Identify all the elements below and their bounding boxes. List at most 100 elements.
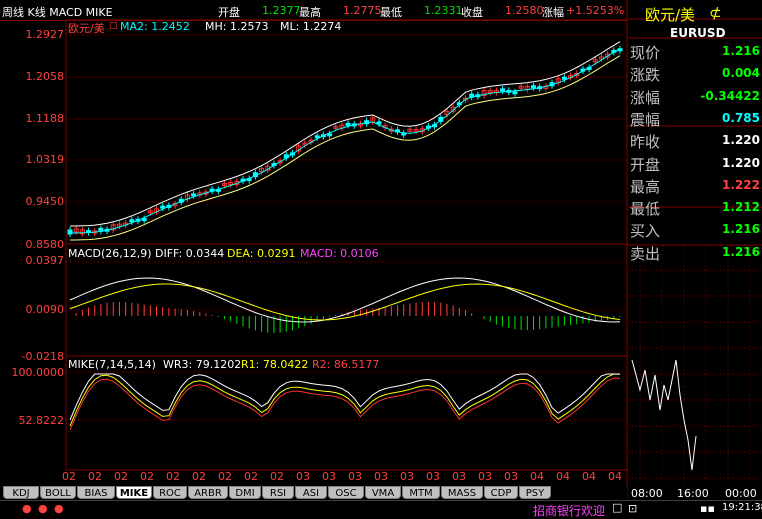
macd-macd-legend: MACD: 0.0106 bbox=[300, 247, 379, 260]
low-label: 最低 bbox=[380, 6, 402, 19]
x-axis-label: 02 bbox=[270, 470, 284, 483]
y-tick-main-5: 0.9450 bbox=[25, 195, 65, 208]
tab-roc[interactable]: ROC bbox=[153, 486, 187, 499]
tab-kdj[interactable]: KDJ bbox=[3, 486, 39, 499]
quote-row: 卖出 1.216 bbox=[628, 241, 762, 263]
quote-row-value: 0.004 bbox=[722, 66, 760, 81]
open-value: 1.2377 bbox=[262, 4, 301, 17]
mini-price-line bbox=[631, 359, 697, 471]
x-axis-label: 03 bbox=[348, 470, 362, 483]
tab-dmi[interactable]: DMI bbox=[229, 486, 261, 499]
x-axis-labels: 02 02 02 02 02 02 02 02 02 03 03 03 03 03 03 03 03 03 04 04… bbox=[0, 470, 627, 484]
x-axis-label: 03 bbox=[296, 470, 310, 483]
tab-cdp[interactable]: CDP bbox=[484, 486, 518, 499]
y-tick-mike-1: 100.0000 bbox=[11, 366, 65, 379]
high-label: 最高 bbox=[299, 6, 321, 19]
x-axis-label: 02 bbox=[218, 470, 232, 483]
quote-row-value: 1.216 bbox=[722, 222, 760, 237]
tab-arbr[interactable]: ARBR bbox=[188, 486, 228, 499]
quote-row: 最低 1.212 bbox=[628, 196, 762, 218]
dots-icon: ▪▪ bbox=[700, 502, 715, 515]
candle-body bbox=[561, 76, 567, 80]
symbol-label: 欧元/美 bbox=[68, 22, 105, 35]
y-tick-main-2: 1.2058 bbox=[25, 70, 65, 83]
status-dot-icon: ● bbox=[22, 502, 32, 515]
y-tick-macd-2: 0.0090 bbox=[25, 303, 65, 316]
tab-mass[interactable]: MASS bbox=[441, 486, 483, 499]
x-axis-label: 04 bbox=[582, 470, 596, 483]
status-dot-icon: ● bbox=[38, 502, 48, 515]
quote-row: 震幅 0.785 bbox=[628, 107, 762, 129]
quote-row-value: 1.220 bbox=[722, 155, 760, 170]
tab-asi[interactable]: ASI bbox=[295, 486, 327, 499]
chart-title: 周线 K线 MACD MIKE bbox=[2, 6, 113, 19]
candle-body bbox=[191, 193, 197, 197]
y-tick-macd-1: 0.0397 bbox=[25, 254, 65, 267]
lock-icon[interactable]: ⊡ bbox=[628, 502, 637, 515]
status-bar: ● ● ● 招商银行欢迎 □ ⊡ ▪▪ 19:21:38 bbox=[0, 500, 762, 518]
ma2-line bbox=[70, 48, 621, 234]
x-axis-label: 03 bbox=[478, 470, 492, 483]
quote-row-label: 卖出 bbox=[630, 244, 661, 263]
indicator-tab-bar: KDJ BOLL BIAS MIKE ROC ARBR DMI RSI ASI OSC VMA MTM… bbox=[0, 486, 627, 500]
change-pct-label: 涨幅 bbox=[542, 6, 564, 19]
macd-diff-legend: DIFF: 0.0344 bbox=[155, 247, 225, 260]
tab-bias[interactable]: BIAS bbox=[77, 486, 115, 499]
tab-vma[interactable]: VMA bbox=[365, 486, 401, 499]
quote-row-label: 最高 bbox=[630, 177, 661, 196]
mini-time-label-1: 08:00 bbox=[631, 487, 663, 500]
x-axis-label: 03 bbox=[504, 470, 518, 483]
x-axis-label: 02 bbox=[244, 470, 258, 483]
x-axis-label: 02 bbox=[192, 470, 206, 483]
macd-dea-legend: DEA: 0.0291 bbox=[227, 247, 296, 260]
tab-rsi[interactable]: RSI bbox=[262, 486, 294, 499]
y-tick-main-4: 1.0319 bbox=[25, 153, 65, 166]
status-clock: 19:21:38 bbox=[722, 502, 762, 513]
x-axis-label: 03 bbox=[400, 470, 414, 483]
tab-psy[interactable]: PSY bbox=[519, 486, 551, 499]
tab-boll[interactable]: BOLL bbox=[40, 486, 76, 499]
mike-r1-legend: R1: 78.0422 bbox=[241, 358, 309, 371]
mini-time-label-3: 00:00 bbox=[725, 487, 757, 500]
quote-row-label: 昨收 bbox=[630, 133, 661, 152]
y-tick-macd-3: -0.0218 bbox=[21, 350, 64, 363]
x-axis-label: 03 bbox=[426, 470, 440, 483]
quote-row-value: 0.785 bbox=[722, 110, 760, 125]
low-value: 1.2331 bbox=[424, 4, 463, 17]
x-axis-label: 02 bbox=[166, 470, 180, 483]
high-value: 1.2775 bbox=[343, 4, 382, 17]
quote-row: 开盘 1.220 bbox=[628, 152, 762, 174]
tab-mtm[interactable]: MTM bbox=[402, 486, 440, 499]
candle-body bbox=[314, 135, 320, 139]
x-axis-label: 04 bbox=[608, 470, 622, 483]
symbol-marker: □ bbox=[109, 21, 118, 31]
quote-name-marker: ⊄ bbox=[709, 4, 722, 22]
close-value: 1.2580 bbox=[505, 4, 544, 17]
tab-osc[interactable]: OSC bbox=[328, 486, 364, 499]
y-tick-mike-2: 52.8222 bbox=[18, 414, 65, 427]
quote-row-label: 开盘 bbox=[630, 155, 661, 174]
change-pct-value: +1.5253% bbox=[566, 4, 625, 17]
quote-row-value: 1.216 bbox=[722, 244, 760, 259]
x-axis-label: 03 bbox=[452, 470, 466, 483]
y-tick-main-1: 1.2927 bbox=[25, 28, 65, 41]
candle-body bbox=[327, 133, 333, 137]
quote-panel: 欧元/美 ⊄ EURUSD 现价 1.216 涨跌 0.004 涨幅 -0.34422 震幅… bbox=[628, 0, 762, 263]
quote-row-value: 1.220 bbox=[722, 133, 760, 148]
candle-body bbox=[500, 88, 506, 92]
mike-wr3-legend: WR3: 79.1202 bbox=[163, 358, 242, 371]
quote-row-value: 1.216 bbox=[722, 44, 760, 58]
quote-code: EURUSD bbox=[670, 26, 726, 40]
quote-row-value: 1.212 bbox=[722, 200, 760, 215]
quote-row-value: 1.222 bbox=[722, 177, 760, 192]
x-axis-label: 04 bbox=[556, 470, 570, 483]
status-dot-icon: ● bbox=[54, 502, 64, 515]
chart-header-bar: 周线 K线 MACD MIKE 开盘 1.2377 最高 1.2775 最低 1… bbox=[0, 0, 627, 21]
quote-row: 涨跌 0.004 bbox=[628, 62, 762, 84]
candle-body bbox=[512, 91, 518, 95]
tab-mike[interactable]: MIKE bbox=[116, 486, 152, 499]
candle-body bbox=[530, 85, 536, 89]
window-mode-icon[interactable]: □ bbox=[612, 501, 622, 514]
mike-r2-legend: R2: 86.5177 bbox=[312, 358, 380, 371]
quote-row-label: 现价 bbox=[630, 44, 661, 62]
